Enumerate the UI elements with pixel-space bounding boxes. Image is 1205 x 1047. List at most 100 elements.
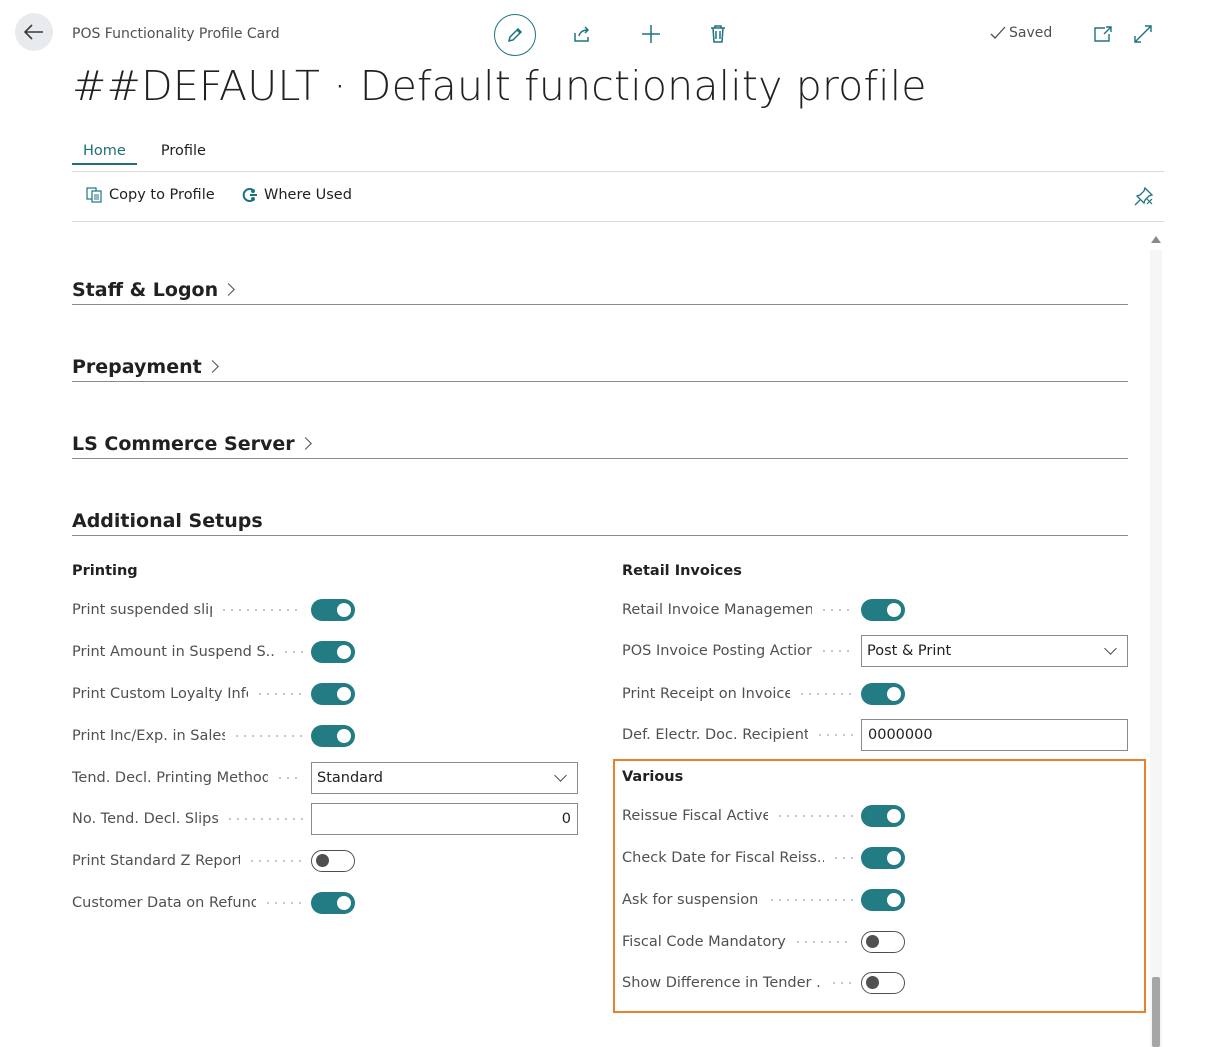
- chevron-right-icon: [222, 283, 235, 296]
- field-label: Print suspended slip: [72, 602, 212, 618]
- def-electr-doc-input[interactable]: [861, 719, 1128, 751]
- tab-profile[interactable]: Profile: [161, 143, 217, 165]
- expand-icon: [1134, 25, 1152, 43]
- tend-decl-method-select[interactable]: Standard: [311, 762, 578, 794]
- print-custom-loyalty-toggle[interactable]: [311, 683, 355, 705]
- section-prepayment-title: Prepayment: [72, 356, 202, 378]
- print-suspended-slip-toggle[interactable]: [311, 599, 355, 621]
- field-label: Fiscal Code Mandatory: [622, 934, 786, 950]
- chevron-down-icon: [1104, 642, 1117, 655]
- reissue-fiscal-toggle[interactable]: [861, 805, 905, 827]
- print-receipt-invoice-toggle[interactable]: [861, 683, 905, 705]
- field-print-standard-z: Print Standard Z Report: [72, 845, 355, 877]
- checkmark-icon: [990, 26, 1006, 39]
- customer-data-refund-toggle[interactable]: [311, 892, 355, 914]
- field-print-amount-suspend: Print Amount in Suspend S...: [72, 636, 355, 668]
- no-tend-decl-slips-input[interactable]: [311, 803, 578, 835]
- tab-home[interactable]: Home: [72, 143, 137, 165]
- share-icon: [574, 26, 590, 42]
- scroll-up-arrow[interactable]: [1151, 236, 1161, 243]
- field-reissue-fiscal: Reissue Fiscal Active: [622, 800, 905, 832]
- ask-suspension-toggle[interactable]: [861, 889, 905, 911]
- pos-invoice-posting-select[interactable]: Post & Print: [861, 635, 1128, 667]
- field-customer-data-refund: Customer Data on Refund: [72, 887, 355, 919]
- save-status-label: Saved: [1009, 25, 1053, 41]
- pin-icon: [1134, 186, 1154, 206]
- field-label: Print Custom Loyalty Info: [72, 686, 248, 702]
- group-various-title: Various: [622, 769, 684, 785]
- field-label: Customer Data on Refund: [72, 895, 256, 911]
- where-used-icon: [242, 188, 257, 202]
- edit-button[interactable]: [494, 14, 536, 56]
- save-status: Saved: [990, 25, 1052, 41]
- field-label: Reissue Fiscal Active: [622, 808, 768, 824]
- field-label: Tend. Decl. Printing Method: [72, 770, 268, 786]
- copy-to-profile-label: Copy to Profile: [109, 187, 215, 203]
- pin-button[interactable]: [1134, 186, 1154, 210]
- section-staff-logon[interactable]: Staff & Logon: [72, 279, 1128, 305]
- section-ls-commerce-server-title: LS Commerce Server: [72, 433, 295, 455]
- share-button[interactable]: [562, 14, 602, 54]
- section-staff-logon-title: Staff & Logon: [72, 279, 219, 301]
- field-ask-suspension: Ask for suspension: [622, 884, 905, 916]
- print-amount-suspend-toggle[interactable]: [311, 641, 355, 663]
- field-label: No. Tend. Decl. Slips: [72, 811, 218, 827]
- field-fiscal-code-mandatory: Fiscal Code Mandatory: [622, 926, 905, 958]
- section-prepayment[interactable]: Prepayment: [72, 356, 1128, 382]
- field-print-custom-loyalty: Print Custom Loyalty Info: [72, 678, 355, 710]
- chevron-down-icon: [554, 769, 567, 782]
- field-print-receipt-invoice: Print Receipt on Invoice: [622, 678, 905, 710]
- section-additional-setups-title: Additional Setups: [72, 510, 263, 532]
- field-show-difference-tender: Show Difference in Tender ...: [622, 967, 905, 999]
- page-title: ##DEFAULT · Default functionality profil…: [72, 62, 927, 110]
- open-new-window-button[interactable]: [1083, 14, 1123, 54]
- field-print-suspended-slip: Print suspended slip: [72, 594, 355, 626]
- popout-icon: [1094, 26, 1112, 42]
- group-retail-invoices-title: Retail Invoices: [622, 563, 742, 579]
- field-retail-invoice-mgmt: Retail Invoice Management: [622, 594, 905, 626]
- retail-invoice-mgmt-toggle[interactable]: [861, 599, 905, 621]
- action-tabs: Home Profile: [72, 143, 217, 165]
- section-additional-setups[interactable]: Additional Setups: [72, 510, 1128, 536]
- field-label: POS Invoice Posting Action: [622, 643, 812, 659]
- field-def-electr-doc: Def. Electr. Doc. Recipient: [622, 719, 1128, 751]
- trash-icon: [711, 25, 725, 43]
- print-standard-z-toggle[interactable]: [311, 850, 355, 872]
- where-used-label: Where Used: [264, 187, 352, 203]
- field-pos-invoice-posting: POS Invoice Posting Action Post & Print: [622, 635, 1128, 667]
- where-used-button[interactable]: Where Used: [240, 187, 352, 203]
- field-label: Def. Electr. Doc. Recipient: [622, 727, 808, 743]
- copy-icon: [86, 187, 102, 203]
- field-label: Print Amount in Suspend S...: [72, 644, 274, 660]
- check-date-fiscal-toggle[interactable]: [861, 847, 905, 869]
- field-label: Check Date for Fiscal Reiss...: [622, 850, 824, 866]
- tend-decl-method-value: Standard: [317, 770, 383, 786]
- delete-button[interactable]: [698, 14, 738, 54]
- plus-icon: [642, 25, 660, 43]
- scrollbar-track[interactable]: [1150, 250, 1162, 1047]
- action-bar: Copy to Profile Where Used: [72, 171, 1164, 222]
- show-difference-tender-toggle[interactable]: [861, 972, 905, 994]
- section-ls-commerce-server[interactable]: LS Commerce Server: [72, 433, 1128, 459]
- print-inc-exp-toggle[interactable]: [311, 725, 355, 747]
- group-printing-title: Printing: [72, 563, 138, 579]
- arrow-left-icon: [24, 24, 43, 40]
- pencil-icon: [507, 27, 523, 43]
- chevron-right-icon: [205, 360, 219, 373]
- new-button[interactable]: [631, 14, 671, 54]
- fiscal-code-mandatory-toggle[interactable]: [861, 931, 905, 953]
- field-tend-decl-method: Tend. Decl. Printing Method Standard: [72, 762, 578, 794]
- field-label: Retail Invoice Management: [622, 602, 812, 618]
- scrollbar-thumb[interactable]: [1152, 977, 1160, 1047]
- field-check-date-fiscal: Check Date for Fiscal Reiss...: [622, 842, 905, 874]
- field-label: Print Standard Z Report: [72, 853, 240, 869]
- field-label: Show Difference in Tender ...: [622, 975, 822, 991]
- field-print-inc-exp: Print Inc/Exp. in Sales: [72, 720, 355, 752]
- back-button[interactable]: [15, 13, 53, 51]
- field-label: Ask for suspension: [622, 892, 759, 908]
- pos-invoice-posting-value: Post & Print: [867, 643, 952, 659]
- copy-to-profile-button[interactable]: Copy to Profile: [86, 187, 215, 203]
- chevron-right-icon: [298, 437, 312, 450]
- field-label: Print Inc/Exp. in Sales: [72, 728, 225, 744]
- expand-button[interactable]: [1123, 14, 1163, 54]
